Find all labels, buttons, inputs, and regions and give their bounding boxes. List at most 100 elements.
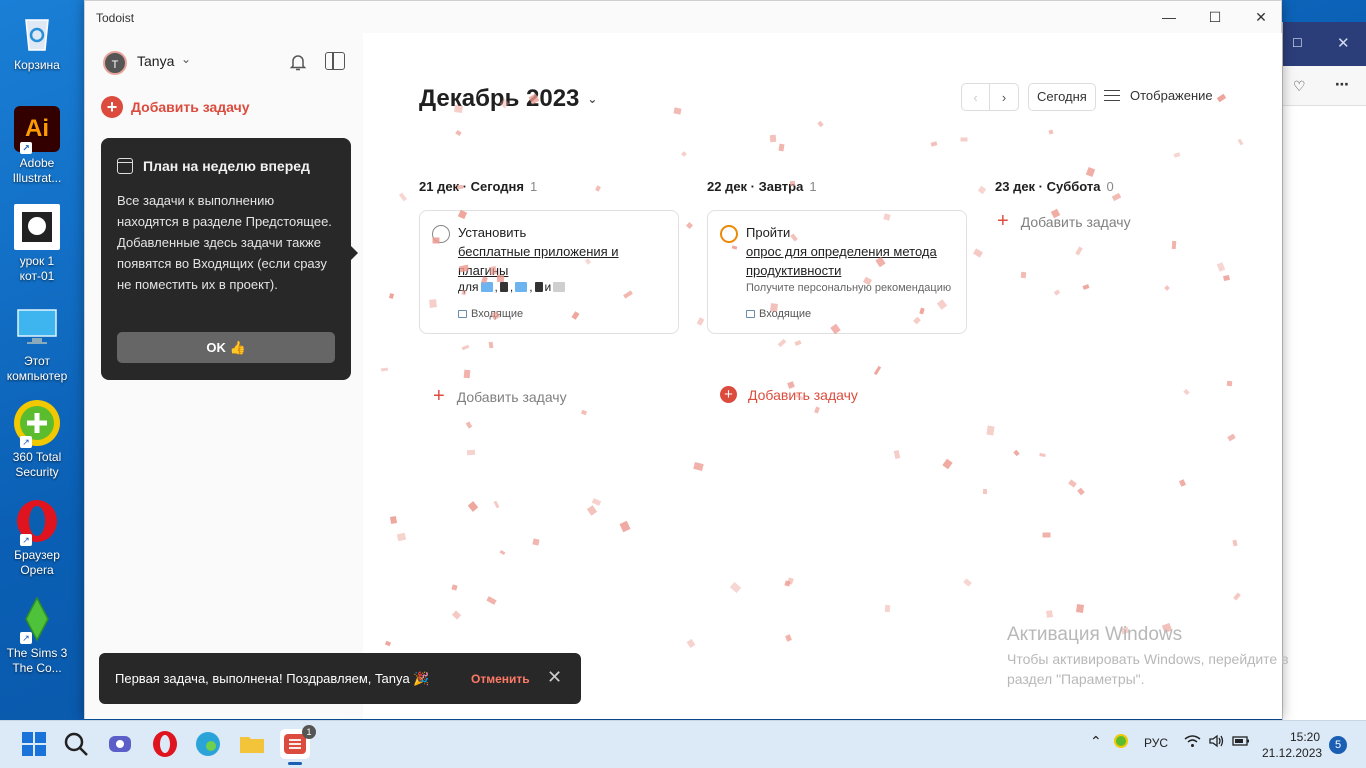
desktop-icon-360-security[interactable]: ↗ 360 Total Security [4,400,70,480]
plus-icon: + [720,386,737,403]
close-toast-button[interactable]: ✕ [547,667,562,688]
more-options-icon[interactable]: ⋯ [1335,76,1349,93]
desktop-icon-recycle-bin[interactable]: Корзина [4,8,70,73]
confetti-piece [1216,262,1226,272]
task-title: Пройти [746,225,791,240]
taskbar-explorer[interactable] [237,729,267,759]
desktop-icon-this-pc[interactable]: Этот компьютер [4,304,70,384]
tooltip-ok-button[interactable]: OK 👍 [117,332,335,363]
chevron-up-icon[interactable]: ⌃ [1090,733,1102,750]
confetti-piece [429,299,437,308]
week-navigation: ‹ › [961,83,1019,111]
task-card[interactable]: Установить бесплатные приложения и плаги… [419,210,679,334]
next-week-button[interactable]: › [990,83,1019,111]
confetti-piece [789,180,796,187]
minimize-icon: — [1162,9,1176,25]
system-clock[interactable]: 15:20 21.12.2023 [1262,729,1322,761]
day-header: 22 дек · Завтра 1 [707,179,817,194]
desktop-icon-opera[interactable]: ↗ Браузер Opera [4,498,70,578]
video-call-icon [109,736,131,752]
confetti-piece [465,421,473,429]
clock-time: 15:20 [1289,730,1320,744]
heart-monitor-icon[interactable]: ♡ [1293,78,1306,95]
image-file-icon [14,204,60,250]
confetti-piece [1232,539,1238,547]
plus-icon: + [101,96,123,118]
confetti-piece [467,501,479,512]
confetti-piece [685,221,694,230]
add-task-button[interactable]: + Добавить задачу [997,210,1131,233]
confetti-piece [696,317,705,326]
confetti-piece [580,409,588,416]
confetti-piece [488,265,498,276]
meet-button[interactable] [105,729,135,759]
tooltip-header: План на неделю вперед [117,158,310,174]
task-count: 0 [1106,179,1114,194]
confetti-piece [778,143,785,152]
confetti-piece [451,584,458,591]
notification-badge[interactable]: 5 [1329,736,1347,754]
opera-icon: ↗ [14,498,60,546]
day-column-saturday: 23 дек · Суббота 0 + Добавить задачу [995,179,1255,232]
month-picker[interactable]: Декабрь 2023 ⌄ [419,85,597,113]
phone-icon [534,282,543,292]
taskbar-opera[interactable] [150,729,180,759]
close-button[interactable]: ✕ [1238,1,1284,33]
battery-icon[interactable] [1232,735,1250,750]
desktop-icon-sims[interactable]: ↗ The Sims 3 The Co... [4,596,70,676]
username[interactable]: Tanya [137,53,174,69]
maximize-icon[interactable]: ☐ [1292,36,1303,50]
language-indicator[interactable]: РУС [1144,736,1168,750]
add-task-button[interactable]: + Добавить задачу [433,385,567,408]
undo-button[interactable]: Отменить [471,672,530,686]
illustrator-icon: Ai ↗ [14,106,60,154]
today-button[interactable]: Сегодня [1028,83,1096,111]
confetti-piece [532,538,540,546]
active-indicator [288,762,302,765]
task-project: Входящие [746,308,811,320]
avatar[interactable]: T [103,51,127,75]
background-window[interactable]: ☐ ✕ ♡ ⋯ [1282,22,1366,720]
task-count: 1 [529,179,538,194]
folder-icon [240,737,264,753]
wifi-icon[interactable] [1184,734,1201,751]
toast-notification: Первая задача, выполнена! Поздравляем, T… [99,653,581,704]
previous-week-button[interactable]: ‹ [961,83,990,111]
chevron-down-icon[interactable]: ⌄ [181,52,191,66]
confetti-piece [1075,604,1085,613]
task-card[interactable]: Пройти опрос для определения метода прод… [707,210,967,334]
confetti-piece [1237,138,1244,146]
background-window-toolbar: ♡ ⋯ [1283,66,1366,106]
confetti-piece [986,425,995,436]
task-link[interactable]: опрос для определения метода продуктивно… [746,244,937,278]
watch-icon [499,282,508,292]
toggle-sidebar-icon[interactable] [325,52,345,70]
maximize-button[interactable]: ☐ [1192,1,1238,33]
confetti-piece [1039,453,1046,457]
taskbar-todoist[interactable]: 1 [280,725,316,765]
sidebar-add-task-button[interactable]: + Добавить задачу [101,96,250,118]
plus-icon: + [433,385,445,407]
volume-icon[interactable] [1208,734,1226,751]
desktop-icon-illustrator[interactable]: Ai ↗ Adobe Illustrat... [4,106,70,186]
minimize-button[interactable]: — [1146,1,1192,33]
view-options-button[interactable]: Отображение [1104,88,1213,103]
confetti-piece [488,341,494,349]
task-checkbox[interactable] [720,225,738,243]
search-button[interactable] [61,729,91,759]
taskbar-edge[interactable] [193,729,223,759]
tray-security-icon[interactable] [1113,733,1129,752]
start-button[interactable] [19,729,49,759]
close-icon[interactable]: ✕ [1337,34,1350,52]
task-link[interactable]: бесплатные приложения и плагины [458,244,619,278]
laptop-icon [480,282,493,292]
bell-icon[interactable] [287,51,309,73]
confetti-piece [1183,388,1190,396]
window-title: Todoist [96,11,135,25]
desktop-icon-image-file[interactable]: урок 1 кот-01 [4,204,70,284]
confetti-piece [960,137,968,142]
inbox-icon [458,310,467,318]
chevron-down-icon: ⌄ [587,92,598,106]
calendar-icon [117,158,133,174]
confetti-piece [466,449,476,456]
